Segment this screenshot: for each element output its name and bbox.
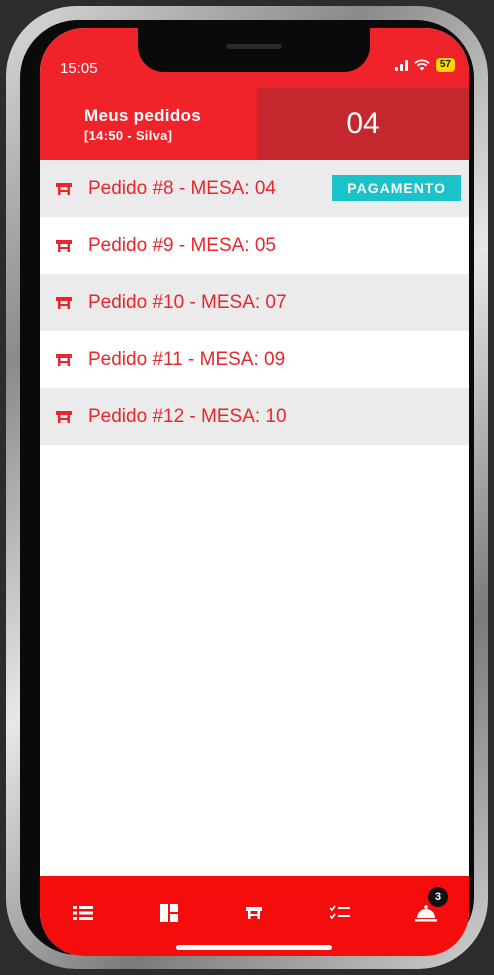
bottom-nav: 3 <box>40 876 469 956</box>
order-label: Pedido #9 - MESA: 05 <box>88 234 276 256</box>
list-icon <box>72 906 93 920</box>
page-title: Meus pedidos <box>84 105 201 125</box>
order-item[interactable]: Pedido #11 - MESA: 09 <box>40 331 469 388</box>
order-label: Pedido #12 - MESA: 10 <box>88 405 287 427</box>
wifi-icon <box>414 59 430 71</box>
speaker <box>226 44 282 49</box>
status-icons: 57 <box>394 58 455 72</box>
status-time: 15:05 <box>60 60 98 77</box>
order-item[interactable]: Pedido #12 - MESA: 10 <box>40 388 469 445</box>
nav-checklist-button[interactable] <box>320 893 360 933</box>
order-item[interactable]: Pedido #8 - MESA: 04 PAGAMENTO <box>40 160 469 217</box>
bell-icon <box>415 905 438 922</box>
order-label: Pedido #8 - MESA: 04 <box>88 177 276 199</box>
table-icon <box>56 296 72 309</box>
orders-list: Pedido #8 - MESA: 04 PAGAMENTO Pedido #9… <box>40 160 469 445</box>
page-subtitle: [14:50 - Silva] <box>84 127 173 143</box>
nav-list-button[interactable] <box>63 893 103 933</box>
table-icon <box>56 239 72 252</box>
nav-notifications-button[interactable]: 3 <box>406 887 449 933</box>
header-info: Meus pedidos [14:50 - Silva] <box>40 88 257 160</box>
nav-tables-button[interactable] <box>234 893 274 933</box>
home-indicator <box>176 945 332 950</box>
nav-dashboard-button[interactable] <box>149 893 189 933</box>
notification-count-badge: 3 <box>428 887 449 907</box>
notch <box>138 28 370 72</box>
status-badge: PAGAMENTO <box>332 175 461 201</box>
order-label: Pedido #11 - MESA: 09 <box>88 348 286 370</box>
checklist-icon <box>330 905 351 920</box>
dashboard-icon <box>159 904 178 922</box>
battery-indicator: 57 <box>435 58 455 72</box>
table-icon <box>56 353 72 366</box>
app-header: Meus pedidos [14:50 - Silva] 04 <box>40 88 469 160</box>
table-icon <box>56 410 72 423</box>
table-icon <box>246 907 263 919</box>
table-number: 04 <box>257 88 469 160</box>
signal-icon <box>394 59 408 71</box>
app-screen: 15:05 57 Meus pedidos [14:50 - Silva] 04 <box>40 28 469 956</box>
order-label: Pedido #10 - MESA: 07 <box>88 291 287 313</box>
table-icon <box>56 182 72 195</box>
order-item[interactable]: Pedido #10 - MESA: 07 <box>40 274 469 331</box>
order-item[interactable]: Pedido #9 - MESA: 05 <box>40 217 469 274</box>
